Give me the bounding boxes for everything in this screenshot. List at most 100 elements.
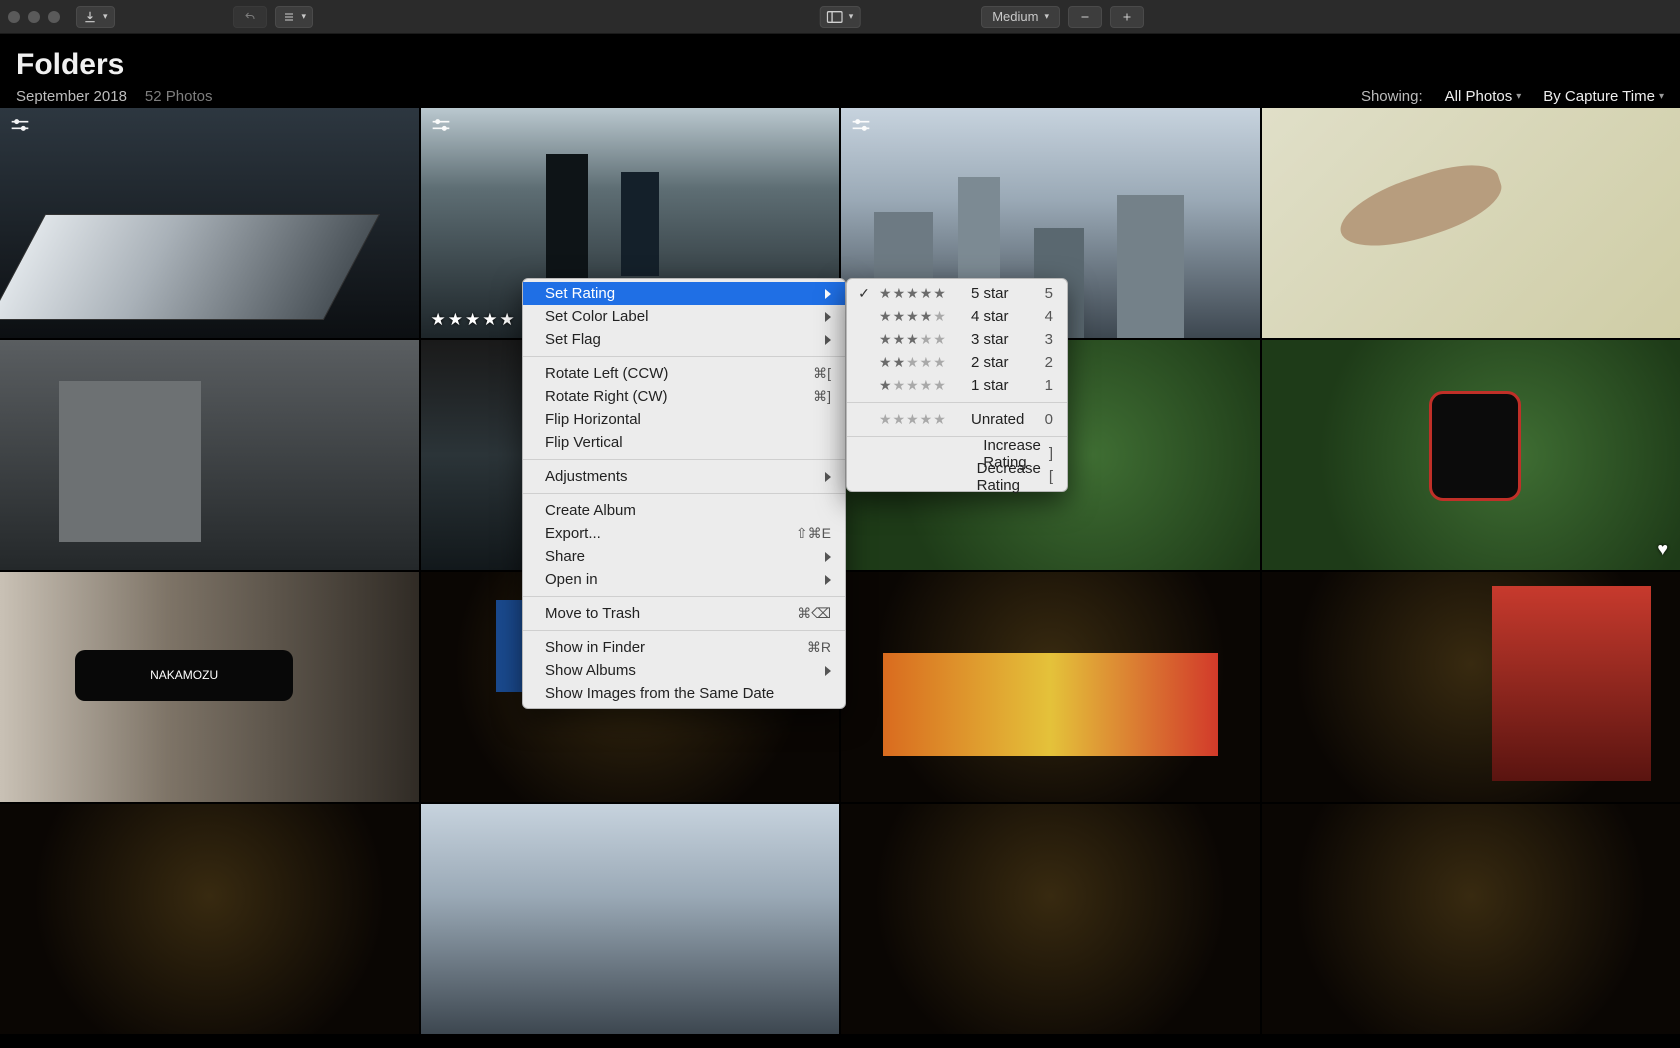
thumbnail[interactable] [0,108,419,338]
browser-header: Folders September 2018 52 Photos Showing… [0,34,1680,113]
menu-item[interactable]: Export...⇧⌘E [523,522,845,545]
menu-item[interactable]: Set Rating [523,282,845,305]
rating-stars-icon: ★★★★★ [879,308,963,325]
menu-shortcut: 1 [1045,377,1053,394]
menu-item-label: Show in Finder [545,639,807,656]
menu-shortcut: ⌘[ [813,365,831,382]
rating-stars-icon: ★★★★★ [879,331,963,348]
menu-shortcut: ⌘⌫ [797,605,831,622]
menu-item-label: Export... [545,525,796,542]
chevron-down-icon: ▾ [1659,91,1664,102]
check-icon: ✓ [857,285,871,302]
undo-button[interactable] [233,6,267,28]
rating-stars-icon: ★★★★★ [879,411,963,428]
menu-item-label: Create Album [545,502,831,519]
photo-count: 52 Photos [145,88,213,105]
thumbnail[interactable] [1262,572,1680,802]
submenu-arrow-icon [825,666,831,676]
layout-icon [827,11,843,23]
thumbnail[interactable] [0,804,419,1034]
chevron-down-icon: ▾ [302,11,307,22]
rating-stars: ★★★★★ [431,310,517,330]
menu-item[interactable]: Flip Vertical [523,431,845,454]
rating-menu-item[interactable]: ★★★★★2 star2 [847,351,1067,374]
menu-item-label: Set Flag [545,331,825,348]
menu-item-label: Rotate Left (CCW) [545,365,813,382]
thumbnail[interactable]: ♥ [1262,340,1680,570]
close-window[interactable] [8,11,20,23]
menu-shortcut: 2 [1045,354,1053,371]
menu-item-label: Show Images from the Same Date [545,685,831,702]
layout-button[interactable]: ▾ [820,6,861,28]
rating-label: Decrease Rating [977,460,1041,494]
minimize-window[interactable] [28,11,40,23]
zoom-window[interactable] [48,11,60,23]
submenu-arrow-icon [825,335,831,345]
showing-label: Showing: [1361,88,1423,105]
menu-item-label: Adjustments [545,468,825,485]
menu-item-label: Open in [545,571,825,588]
rating-menu-item[interactable]: ✓ ★★★★★ 5 star 5 [847,282,1067,305]
list-icon [282,11,296,23]
rating-label: Unrated [971,411,1037,428]
rating-stars-icon: ★★★★★ [879,354,963,371]
zoom-out-button[interactable] [1068,6,1102,28]
thumbnail-size-select[interactable]: Medium ▾ [981,6,1060,28]
thumbnail[interactable] [0,340,419,570]
submenu-arrow-icon [825,552,831,562]
menu-item-label: Move to Trash [545,605,797,622]
menu-shortcut: ⌘R [807,639,831,656]
menu-item[interactable]: Show in Finder⌘R [523,636,845,659]
list-view-button[interactable]: ▾ [275,6,314,28]
submenu-arrow-icon [825,472,831,482]
menu-item[interactable]: Rotate Right (CW)⌘] [523,385,845,408]
menu-item[interactable]: Open in [523,568,845,591]
showing-filter[interactable]: All Photos ▾ [1445,88,1522,105]
window-controls [8,11,60,23]
rating-label: 5 star [971,285,1037,302]
menu-item[interactable]: Show Albums [523,659,845,682]
thumbnail[interactable] [841,572,1260,802]
zoom-in-button[interactable] [1110,6,1144,28]
rating-menu-item[interactable]: Decrease Rating[ [847,465,1067,488]
menu-item[interactable]: Move to Trash⌘⌫ [523,602,845,625]
menu-item-label: Set Rating [545,285,825,302]
rating-label: 3 star [971,331,1037,348]
menu-shortcut: 3 [1045,331,1053,348]
menu-item-label: Share [545,548,825,565]
rating-menu-item[interactable]: ★★★★★ 3 star 3 [847,328,1067,351]
adjustments-icon [431,118,451,132]
menu-item[interactable]: Adjustments [523,465,845,488]
menu-item-label: Show Albums [545,662,825,679]
menu-item[interactable]: Share [523,545,845,568]
menu-item[interactable]: Create Album [523,499,845,522]
rating-stars-icon: ★★★★★ [879,285,963,302]
favorite-icon: ♥ [1657,539,1668,560]
menu-item[interactable]: Set Color Label [523,305,845,328]
thumbnail[interactable] [841,804,1260,1034]
menu-item[interactable]: Rotate Left (CCW)⌘[ [523,362,845,385]
rating-label: 1 star [971,377,1037,394]
chevron-down-icon: ▾ [1044,11,1049,22]
rating-menu-item[interactable]: ★★★★★4 star4 [847,305,1067,328]
menu-item[interactable]: Show Images from the Same Date [523,682,845,705]
rating-label: 4 star [971,308,1037,325]
menu-shortcut: 0 [1045,411,1053,428]
menu-item[interactable]: Set Flag [523,328,845,351]
rating-menu-item[interactable]: ★★★★★1 star1 [847,374,1067,397]
import-button[interactable]: ▾ [76,6,115,28]
menu-shortcut: ⇧⌘E [796,525,831,542]
page-title: Folders [16,48,1664,82]
thumbnail[interactable]: NAKAMOZU [0,572,419,802]
thumbnail[interactable] [1262,108,1680,338]
menu-shortcut: 5 [1045,285,1053,302]
menu-item[interactable]: Flip Horizontal [523,408,845,431]
sort-select[interactable]: By Capture Time ▾ [1543,88,1664,105]
thumbnail[interactable] [1262,804,1680,1034]
chevron-down-icon: ▾ [103,11,108,22]
menu-shortcut: ⌘] [813,388,831,405]
submenu-arrow-icon [825,289,831,299]
rating-menu-item[interactable]: ★★★★★ Unrated 0 [847,408,1067,431]
thumbnail[interactable] [421,804,840,1034]
menu-item-label: Flip Vertical [545,434,831,451]
